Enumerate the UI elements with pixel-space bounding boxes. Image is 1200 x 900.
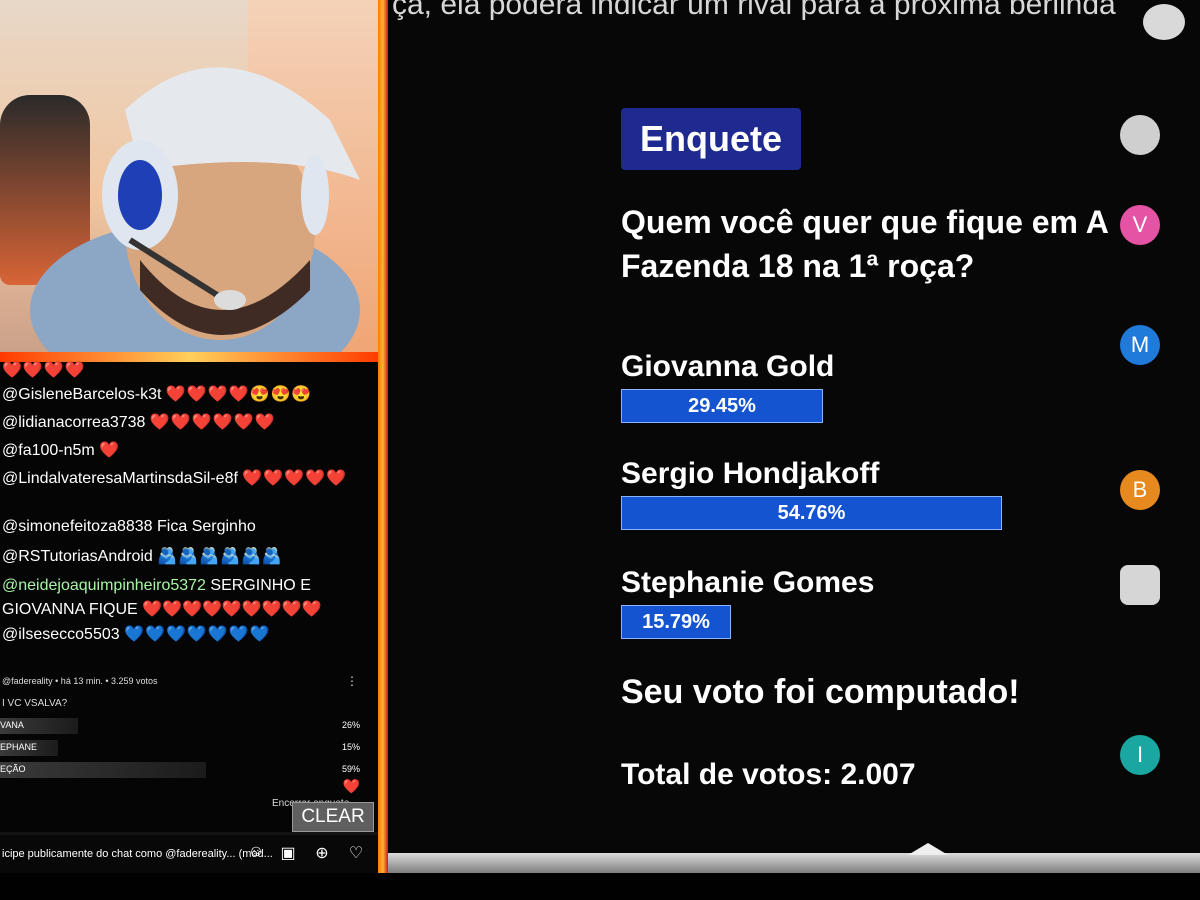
chat-input[interactable]: icipe publicamente do chat como @faderea… — [2, 848, 273, 860]
chat-username[interactable]: @ilsesecco5503 — [2, 626, 120, 643]
emoji-icon[interactable]: ☺ — [246, 843, 266, 863]
avatar[interactable] — [1120, 115, 1160, 155]
avatar[interactable]: M — [1120, 325, 1160, 365]
avatar[interactable]: V — [1120, 205, 1160, 245]
option-bar[interactable]: 29.45% — [621, 389, 823, 423]
screen-bezel — [388, 843, 1200, 873]
chat-message: @fa100-n5m ❤️ — [2, 440, 120, 460]
left-border — [378, 0, 388, 875]
option-bar[interactable]: 15.79% — [621, 605, 731, 639]
chat-text: 🫂🫂🫂🫂🫂🫂 — [157, 548, 283, 565]
chat-username[interactable]: @fa100-n5m — [2, 442, 95, 459]
chat-message: @LindalvateresaMartinsdaSil-e8f ❤️❤️❤️❤️… — [2, 468, 347, 488]
option-name: Giovanna Gold — [621, 350, 835, 383]
poll-question: I VC VSALVA? — [2, 698, 68, 709]
poll-option-label: VANA — [0, 720, 24, 730]
poll-question: Quem você quer que fique em A Fazenda 18… — [621, 204, 1108, 284]
poll-meta: @fadereality • há 13 min. • 3.259 votos — [2, 676, 158, 686]
chat-username[interactable]: @simonefeitoza8838 — [2, 518, 153, 535]
poll-option-bar[interactable] — [0, 762, 206, 778]
chat-message: @RSTutoriasAndroid 🫂🫂🫂🫂🫂🫂 — [2, 546, 283, 566]
chat-message: @ilsesecco5503 💙💙💙💙💙💙💙 — [2, 624, 271, 644]
add-icon[interactable]: ⊕ — [312, 843, 332, 863]
top-avatar — [1143, 4, 1185, 40]
chat-input-bar: icipe publicamente do chat como @faderea… — [0, 835, 378, 875]
vote-confirmation: Seu voto foi computado! — [621, 673, 1020, 711]
chat-username[interactable]: @neidejoaquimpinheiro5372 — [2, 577, 206, 594]
chat-text: ❤️❤️❤️❤️❤️❤️ — [149, 414, 276, 431]
avatar[interactable]: B — [1120, 470, 1160, 510]
heart-icon[interactable]: ♡ — [346, 843, 366, 863]
option-bar[interactable]: 54.76% — [621, 496, 1002, 530]
floating-hearts: ❤️ — [342, 778, 360, 794]
poll-option-percent: 15% — [341, 742, 360, 752]
chat-message: @GisleneBarcelos-k3t ❤️❤️❤️❤️😍😍😍 — [2, 384, 312, 404]
chat-text: ❤️❤️❤️❤️😍😍😍 — [165, 386, 313, 403]
monitor-frame — [0, 873, 1200, 900]
chat-text: ❤️❤️❤️❤️❤️ — [242, 470, 347, 487]
webcam-feed — [0, 0, 378, 355]
chat-message: @simonefeitoza8838 Fica Serginho — [2, 518, 256, 536]
streamer-avatar — [30, 67, 360, 355]
chat-message: @neidejoaquimpinheiro5372 SERGINHO E GIO… — [2, 574, 362, 622]
chat-message: ❤️❤️❤️❤️ — [2, 360, 86, 380]
poll-option-label: EÇÃO — [0, 764, 26, 774]
chat-text: 💙💙💙💙💙💙💙 — [124, 626, 271, 643]
ticker-text: ça, ela poderá indicar um rival para a p… — [392, 0, 1116, 21]
chat-message: @lidianacorrea3738 ❤️❤️❤️❤️❤️❤️ — [2, 412, 275, 432]
chat-text: ❤️ — [99, 442, 121, 459]
avatar[interactable]: I — [1120, 735, 1160, 775]
total-votes: Total de votos: 2.007 — [621, 758, 916, 791]
option-name: Stephanie Gomes — [621, 566, 875, 599]
option-name: Sergio Hondjakoff — [621, 457, 880, 490]
chat-username[interactable]: @RSTutoriasAndroid — [2, 548, 153, 565]
poll-option-percent: 59% — [341, 764, 360, 774]
poll-overlay: ça, ela poderá indicar um rival para a p… — [388, 0, 1200, 855]
chat-username[interactable]: @LindalvateresaMartinsdaSil-e8f — [2, 470, 238, 487]
chat-username[interactable]: @GisleneBarcelos-k3t — [2, 386, 161, 403]
poll-option-percent: 26% — [341, 720, 360, 730]
poll-title: Enquete — [621, 108, 801, 170]
avatar-image[interactable] — [1120, 565, 1160, 605]
super-chat-icon[interactable]: ▣ — [278, 843, 298, 863]
chat-username[interactable]: @lidianacorrea3738 — [2, 414, 145, 431]
poll-option-label: EPHANE — [0, 742, 38, 752]
clear-button[interactable]: CLEAR — [292, 802, 374, 832]
left-stream-panel: ❤️❤️❤️❤️ @GisleneBarcelos-k3t ❤️❤️❤️❤️😍😍… — [0, 0, 388, 875]
more-options-icon[interactable]: ⋮ — [346, 674, 358, 688]
chat-text: Fica Serginho — [157, 518, 256, 535]
hearts-fragment: ❤️❤️❤️❤️ — [2, 362, 86, 379]
